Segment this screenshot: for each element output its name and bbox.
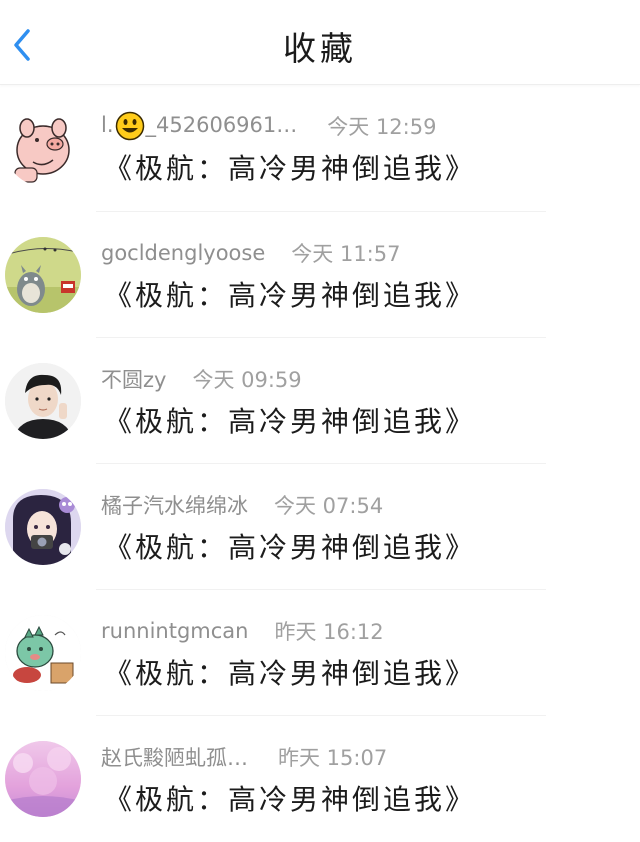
- girl-with-camera-avatar[interactable]: [5, 489, 81, 565]
- item-meta: 橘子汽水绵绵冰 今天 07:54: [101, 490, 383, 520]
- list-item[interactable]: 赵氏黢陋虬孤… 昨天 15:07 《极航：高冷男神倒追我》: [0, 716, 640, 842]
- pink-pig-avatar[interactable]: [5, 110, 81, 186]
- boy-portrait-avatar[interactable]: [5, 363, 81, 439]
- username[interactable]: 赵氏黢陋虬孤…: [101, 742, 248, 772]
- list-item[interactable]: l. _452606961… 今天 12:59 《极航：高冷男神倒追我》: [0, 85, 640, 212]
- pink-blossom-avatar[interactable]: [5, 741, 81, 817]
- story-title[interactable]: 《极航：高冷男神倒追我》: [104, 274, 476, 314]
- list-item[interactable]: 橘子汽水绵绵冰 今天 07:54 《极航：高冷男神倒追我》: [0, 464, 640, 590]
- timestamp: 今天 11:57: [291, 242, 401, 266]
- item-meta: 赵氏黢陋虬孤… 昨天 15:07: [101, 742, 387, 772]
- totoro-avatar[interactable]: [5, 237, 81, 313]
- story-title[interactable]: 《极航：高冷男神倒追我》: [104, 778, 476, 818]
- item-meta: runnintgmcan 昨天 16:12: [101, 616, 384, 646]
- list-item[interactable]: runnintgmcan 昨天 16:12 《极航：高冷男神倒追我》: [0, 590, 640, 716]
- story-title[interactable]: 《极航：高冷男神倒追我》: [104, 526, 476, 566]
- navigation-bar: 收藏: [0, 0, 640, 85]
- timestamp: 今天 07:54: [274, 494, 384, 518]
- item-meta: l. _452606961… 今天 12:59: [101, 111, 436, 141]
- list-item[interactable]: gocldenglyoose 今天 11:57 《极航：高冷男神倒追我》: [0, 212, 640, 338]
- timestamp: 昨天 16:12: [274, 620, 384, 644]
- item-meta: gocldenglyoose 今天 11:57: [101, 238, 400, 268]
- username[interactable]: gocldenglyoose: [101, 241, 265, 265]
- username[interactable]: 不圆zy: [101, 364, 166, 394]
- username[interactable]: runnintgmcan: [101, 619, 248, 643]
- timestamp: 今天 09:59: [192, 368, 302, 392]
- timestamp: 昨天 15:07: [278, 746, 388, 770]
- page-title: 收藏: [283, 29, 357, 68]
- list-item[interactable]: 不圆zy 今天 09:59 《极航：高冷男神倒追我》: [0, 338, 640, 464]
- smiley-face-icon: [115, 111, 144, 141]
- timestamp: 今天 12:59: [327, 115, 437, 139]
- username[interactable]: l. _452606961…: [101, 111, 297, 141]
- favorites-list: l. _452606961… 今天 12:59 《极航：高冷男神倒追我》 goc…: [0, 85, 640, 842]
- item-meta: 不圆zy 今天 09:59: [101, 364, 302, 394]
- story-title[interactable]: 《极航：高冷男神倒追我》: [104, 400, 476, 440]
- green-dinosaur-avatar[interactable]: [5, 615, 81, 691]
- username[interactable]: 橘子汽水绵绵冰: [101, 490, 248, 520]
- story-title[interactable]: 《极航：高冷男神倒追我》: [104, 147, 476, 187]
- story-title[interactable]: 《极航：高冷男神倒追我》: [104, 652, 476, 692]
